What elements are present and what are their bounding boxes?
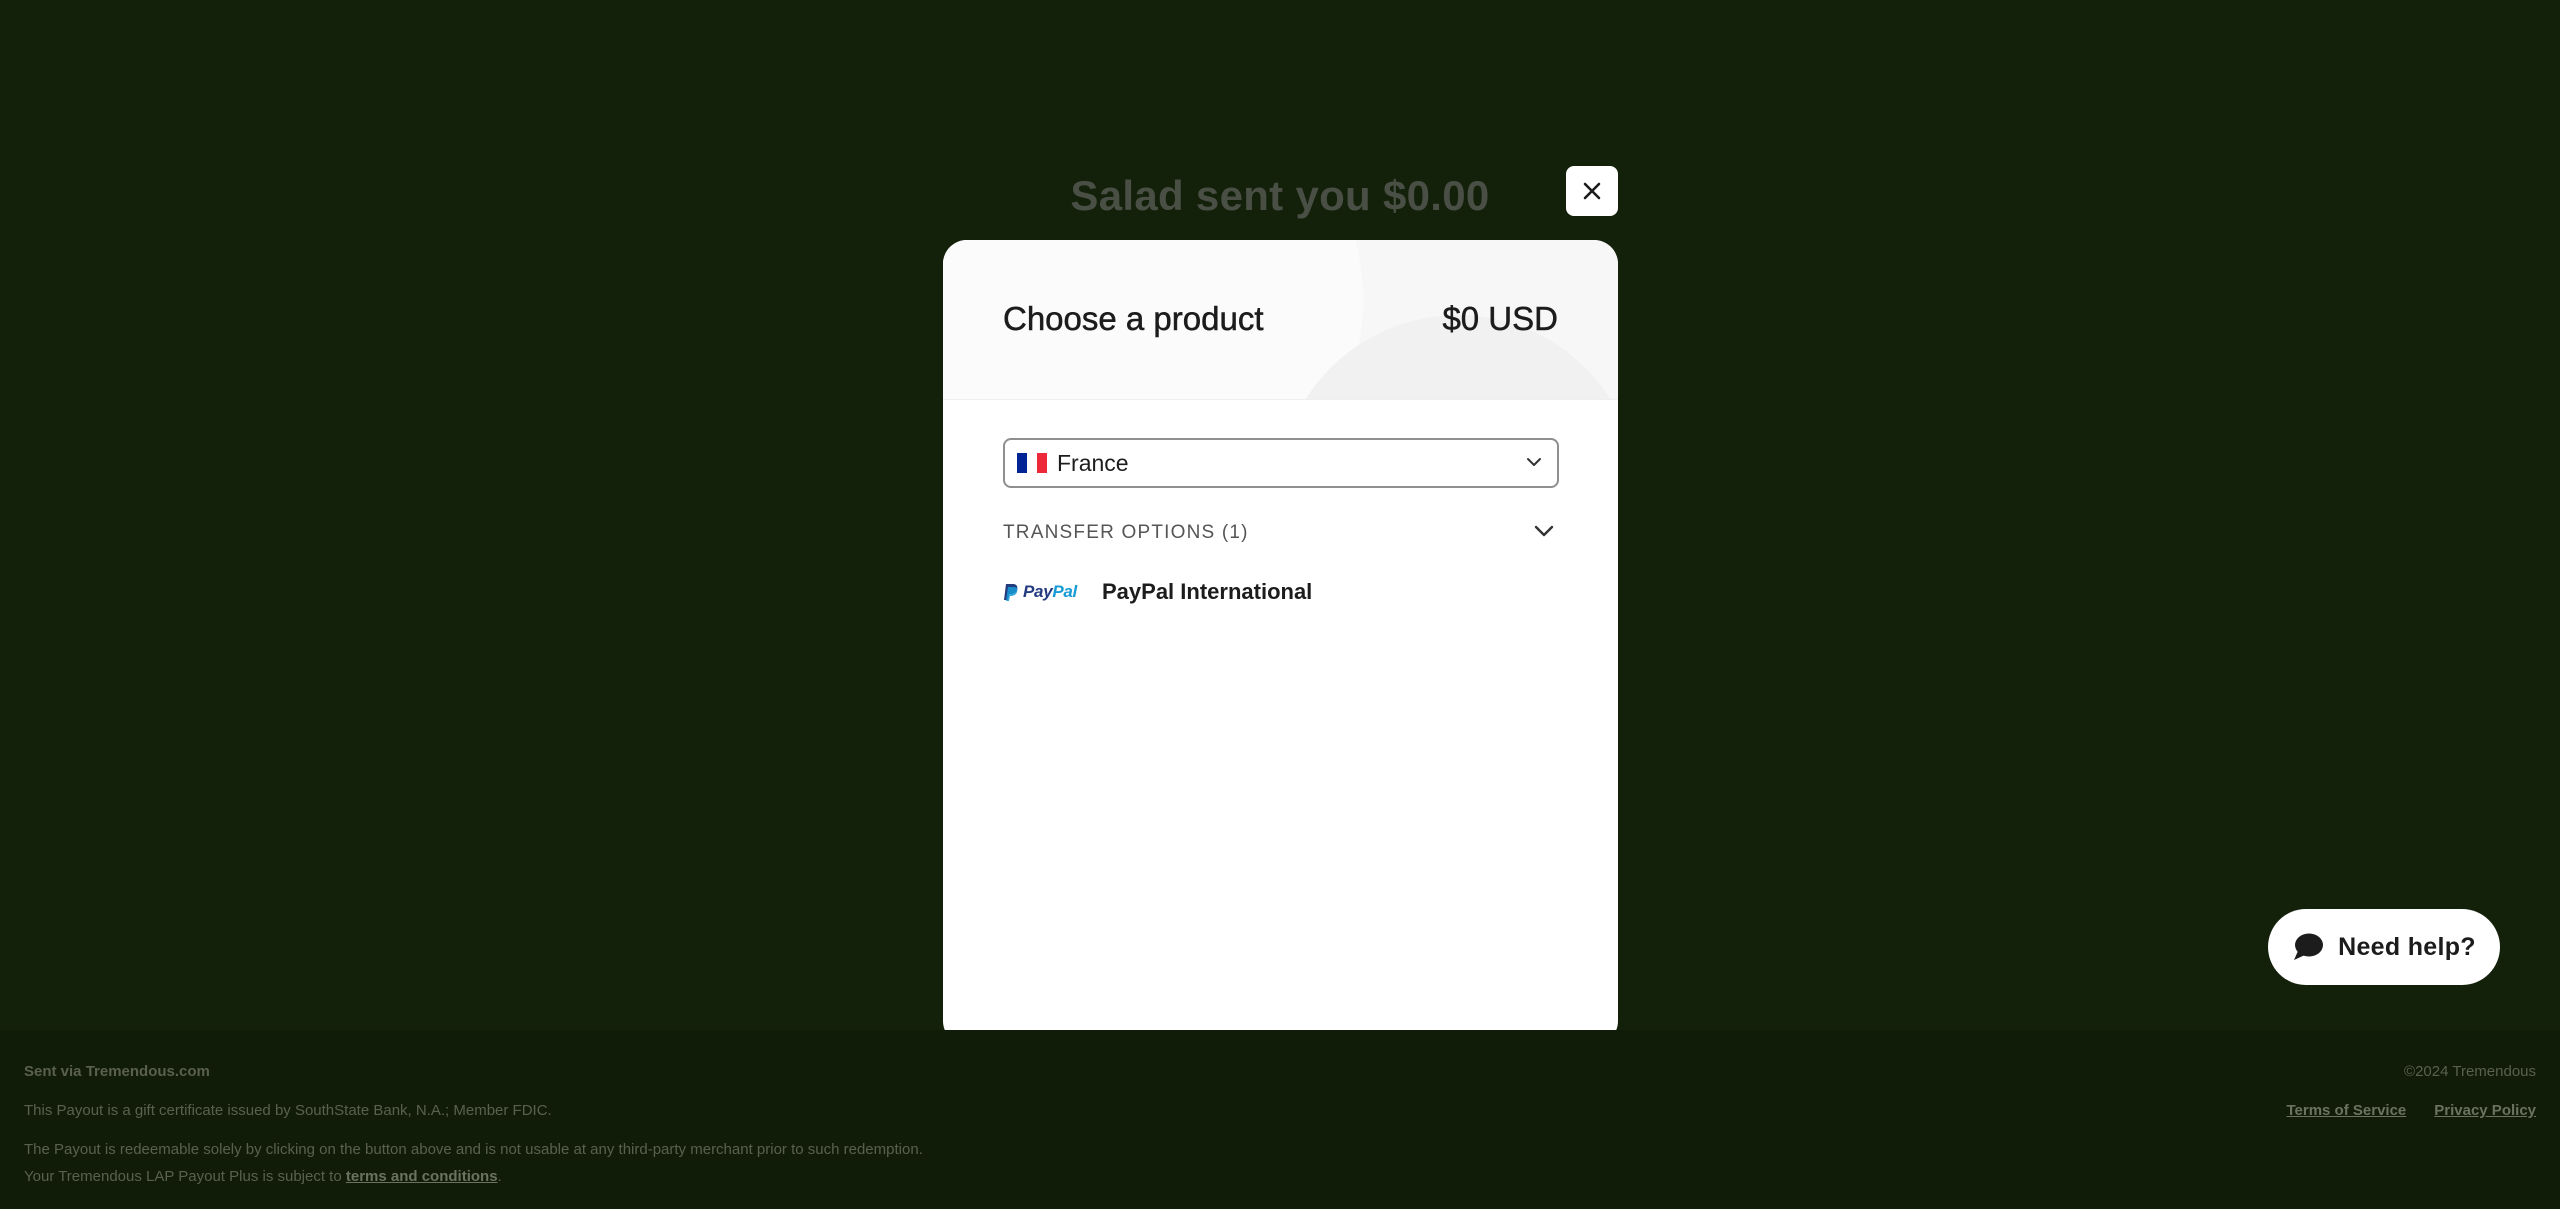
transfer-options-label: TRANSFER OPTIONS (1) bbox=[1003, 522, 1249, 543]
page: Salad sent you $0.00 Choose a product $0… bbox=[0, 0, 2560, 1209]
footer-right: ©2024 Tremendous Terms of Service Privacy… bbox=[2258, 1058, 2536, 1124]
footer-disclaimer-1: This Payout is a gift certificate issued… bbox=[24, 1102, 552, 1119]
footer-left: Sent via Tremendous.com This Payout is a… bbox=[24, 1058, 1424, 1190]
flag-stripe bbox=[1037, 453, 1047, 473]
chevron-down-icon bbox=[1527, 458, 1541, 466]
modal-header: Choose a product $0 USD bbox=[943, 240, 1618, 400]
need-help-button[interactable]: Need help? bbox=[2268, 909, 2500, 985]
footer-sent-via: Sent via Tremendous.com bbox=[24, 1063, 210, 1080]
terms-of-service-link[interactable]: Terms of Service bbox=[2286, 1102, 2406, 1119]
close-icon bbox=[1583, 182, 1601, 200]
background-title: Salad sent you $0.00 bbox=[1070, 172, 1490, 219]
chevron-down-icon bbox=[1534, 525, 1554, 537]
paypal-logo: PayPal bbox=[1003, 582, 1102, 602]
product-name: PayPal International bbox=[1102, 579, 1313, 604]
france-flag-icon bbox=[1017, 453, 1047, 473]
product-modal: Choose a product $0 USD France TRANSFER … bbox=[943, 240, 1618, 1045]
footer-disclaimer-3-prefix: Your Tremendous LAP Payout Plus is subje… bbox=[24, 1168, 346, 1185]
transfer-options-toggle[interactable]: TRANSFER OPTIONS (1) bbox=[1003, 518, 1559, 548]
chat-bubble-icon bbox=[2292, 932, 2324, 962]
country-select[interactable]: France bbox=[1003, 438, 1559, 488]
country-select-value: France bbox=[1057, 449, 1129, 476]
footer-links: Terms of Service Privacy Policy bbox=[2258, 1097, 2536, 1124]
paypal-wordmark-pal: Pal bbox=[1052, 582, 1077, 601]
footer-disclaimer-3: Your Tremendous LAP Payout Plus is subje… bbox=[24, 1163, 1424, 1190]
privacy-policy-link[interactable]: Privacy Policy bbox=[2434, 1102, 2536, 1119]
footer-disclaimer-2: The Payout is redeemable solely by click… bbox=[24, 1141, 923, 1158]
footer-disclaimer-3-suffix: . bbox=[497, 1168, 502, 1185]
footer: Sent via Tremendous.com This Payout is a… bbox=[0, 1030, 2560, 1209]
modal-amount: $0 USD bbox=[1442, 300, 1558, 338]
terms-and-conditions-link[interactable]: terms and conditions bbox=[346, 1168, 498, 1185]
paypal-wordmark-pay: Pay bbox=[1023, 582, 1053, 601]
paypal-icon bbox=[1004, 583, 1018, 601]
paypal-wordmark: PayPal bbox=[1023, 582, 1077, 602]
flag-stripe bbox=[1027, 453, 1037, 473]
flag-stripe bbox=[1017, 453, 1027, 473]
footer-copyright: ©2024 Tremendous bbox=[2404, 1063, 2536, 1080]
product-item-paypal-international[interactable]: PayPal PayPal International bbox=[1003, 562, 1559, 622]
need-help-label: Need help? bbox=[2338, 932, 2476, 961]
modal-title: Choose a product bbox=[1003, 300, 1264, 338]
close-button[interactable] bbox=[1566, 166, 1618, 216]
